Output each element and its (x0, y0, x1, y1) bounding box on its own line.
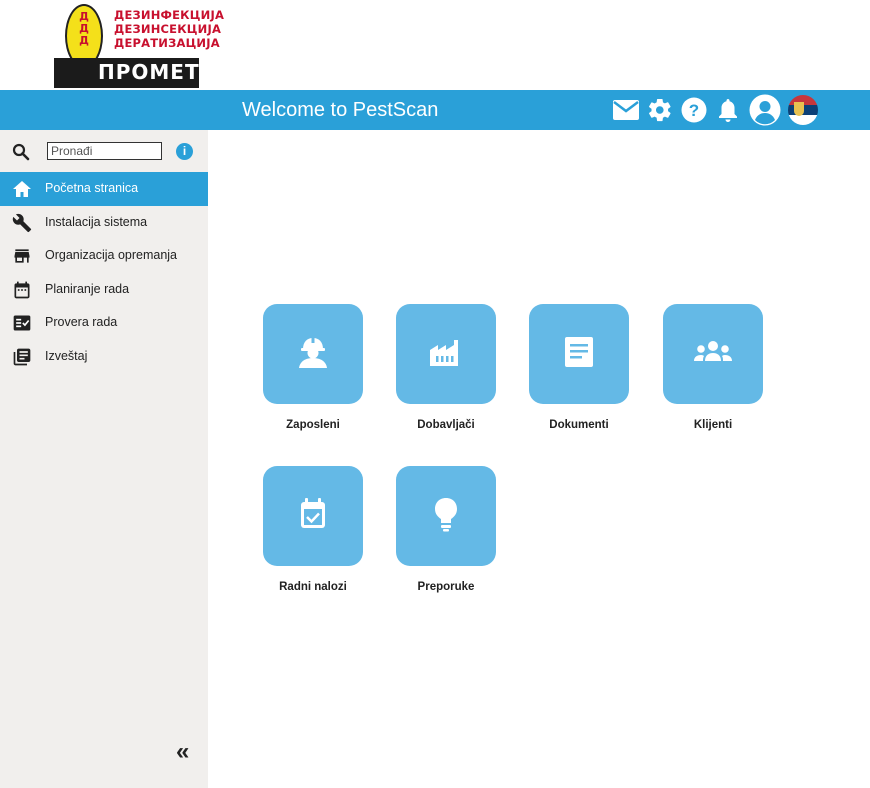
calendar-icon (12, 280, 32, 300)
factory-icon (426, 332, 466, 377)
top-header: Welcome to PestScan ? (0, 90, 870, 130)
wrench-icon (12, 213, 32, 233)
tile-label-radni-nalozi: Radni nalozi (279, 581, 347, 593)
logo-line-2: ДЕЗИНСЕКЦИЈА (114, 22, 222, 36)
tile-dobavljaci[interactable] (396, 304, 496, 404)
home-icon (12, 179, 32, 199)
search-row: i (0, 140, 208, 166)
collapse-sidebar-button[interactable]: « (176, 738, 189, 766)
logo-bar: ПРОМЕТ (54, 58, 199, 88)
sidebar-item-instalacija-sistema[interactable]: Instalacija sistema (0, 206, 208, 240)
logo-bar-text: ПРОМЕТ (98, 60, 200, 84)
sidebar-item-izvestaj[interactable]: Izveštaj (0, 340, 208, 374)
gear-icon[interactable] (646, 95, 674, 125)
mail-icon[interactable] (612, 95, 640, 125)
sidebar-item-planiranje-rada[interactable]: Planiranje rada (0, 273, 208, 307)
store-icon (12, 246, 32, 266)
info-icon[interactable]: i (176, 143, 193, 160)
tile-radni-nalozi[interactable] (263, 466, 363, 566)
header-icons: ? (612, 94, 818, 126)
serbia-flag-icon[interactable] (788, 95, 818, 125)
report-icon (12, 347, 32, 367)
bell-icon[interactable] (714, 95, 742, 125)
user-icon[interactable] (748, 94, 782, 126)
group-icon (691, 332, 735, 377)
company-logo: Д Д Д ДЕЗИНФЕКЦИЈА ДЕЗИНСЕКЦИЈА ДЕРАТИЗА… (54, 2, 224, 88)
sidebar-item-label: Organizacija opremanja (45, 248, 178, 262)
logo-area: Д Д Д ДЕЗИНФЕКЦИЈА ДЕЗИНСЕКЦИЈА ДЕРАТИЗА… (0, 0, 870, 90)
logo-letter: Д (79, 34, 89, 47)
tile-dokumenti[interactable] (529, 304, 629, 404)
tile-label-preporuke: Preporuke (417, 581, 475, 593)
sidebar-item-provera-rada[interactable]: Provera rada (0, 306, 208, 340)
tile-zaposleni[interactable] (263, 304, 363, 404)
tile-klijenti[interactable] (663, 304, 763, 404)
calendar-check-icon (293, 494, 333, 539)
sidebar-item-label: Početna stranica (45, 181, 139, 195)
search-icon[interactable] (12, 143, 30, 166)
logo-line-1: ДЕЗИНФЕКЦИЈА (114, 8, 225, 22)
search-input[interactable] (47, 142, 162, 160)
sidebar-item-label: Izveštaj (45, 348, 88, 363)
tile-label-klijenti: Klijenti (693, 419, 733, 431)
sidebar-item-label: Planiranje rada (45, 281, 130, 296)
tile-preporuke[interactable] (396, 466, 496, 566)
checklist-icon (12, 313, 32, 333)
tile-label-zaposleni: Zaposleni (286, 419, 340, 431)
sidebar-item-pocetna-stranica[interactable]: Početna stranica (0, 172, 208, 206)
tile-label-dobavljaci: Dobavljači (417, 419, 475, 431)
sidebar-item-organizacija-opremanja[interactable]: Organizacija opremanja (0, 239, 208, 273)
sidebar-item-label: Instalacija sistema (45, 214, 148, 229)
document-icon (559, 332, 599, 377)
sidebar-nav: Početna stranica Instalacija sistema Org… (0, 172, 208, 373)
worker-icon (293, 332, 333, 377)
help-icon[interactable]: ? (680, 95, 708, 125)
lightbulb-icon (426, 494, 466, 539)
tile-label-dokumenti: Dokumenti (549, 419, 609, 431)
sidebar-item-label: Provera rada (45, 315, 118, 329)
sidebar: i Početna stranica Instalacija sistema O… (0, 130, 208, 788)
page-title: Welcome to PestScan (242, 99, 439, 121)
svg-text:?: ? (689, 101, 699, 120)
logo-line-3: ДЕРАТИЗАЦИЈА (114, 36, 220, 50)
